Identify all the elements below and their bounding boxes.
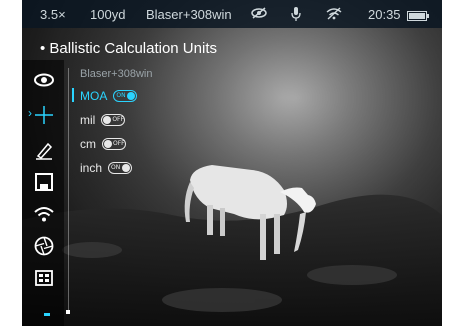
scrollbar[interactable] xyxy=(68,68,69,314)
brush-icon[interactable] xyxy=(34,140,54,160)
eye-off-icon xyxy=(251,7,267,22)
save-icon[interactable] xyxy=(34,172,54,192)
distance-readout: 100yd xyxy=(90,7,126,22)
toggle-switch[interactable]: OFF xyxy=(102,138,126,150)
zoom-level: 3.5× xyxy=(40,7,66,22)
grid-icon[interactable] xyxy=(34,268,54,288)
option-mil[interactable]: mil OFF xyxy=(80,112,126,128)
scroll-indicator xyxy=(66,310,70,314)
option-moa[interactable]: MOA ON xyxy=(80,88,138,104)
profile-label: Blaser+308win xyxy=(80,68,153,80)
wifi-off-icon xyxy=(326,7,342,23)
toggle-knob xyxy=(103,116,112,124)
crosshair-icon[interactable] xyxy=(34,105,54,125)
toggle-knob xyxy=(122,164,131,172)
sidebar-menu xyxy=(22,60,64,326)
chevron-right-icon: › xyxy=(28,106,32,120)
toggle-switch[interactable]: ON xyxy=(113,90,138,102)
microphone-icon xyxy=(291,7,301,24)
eye-icon[interactable] xyxy=(34,70,54,90)
toggle-switch[interactable]: OFF xyxy=(101,114,126,126)
profile-name: Blaser+308win xyxy=(146,7,232,22)
option-cm[interactable]: cm OFF xyxy=(80,136,126,152)
toggle-knob xyxy=(127,92,136,100)
selection-marker xyxy=(72,88,74,102)
clock: 20:35 xyxy=(368,7,401,22)
toggle-switch[interactable]: ON xyxy=(108,162,133,174)
wifi-icon[interactable] xyxy=(34,204,54,224)
page-indicator xyxy=(44,313,50,316)
battery-icon xyxy=(407,9,429,24)
menu-title: • Ballistic Calculation Units xyxy=(40,40,217,57)
bullet-icon: • xyxy=(40,40,50,57)
thermal-viewfinder: 3.5× 100yd Blaser+308win 20:35 • Ballist… xyxy=(22,0,442,326)
toggle-knob xyxy=(104,140,112,148)
aperture-icon[interactable] xyxy=(34,236,54,256)
status-bar: 3.5× 100yd Blaser+308win 20:35 xyxy=(22,0,442,28)
option-inch[interactable]: inch ON xyxy=(80,160,133,176)
